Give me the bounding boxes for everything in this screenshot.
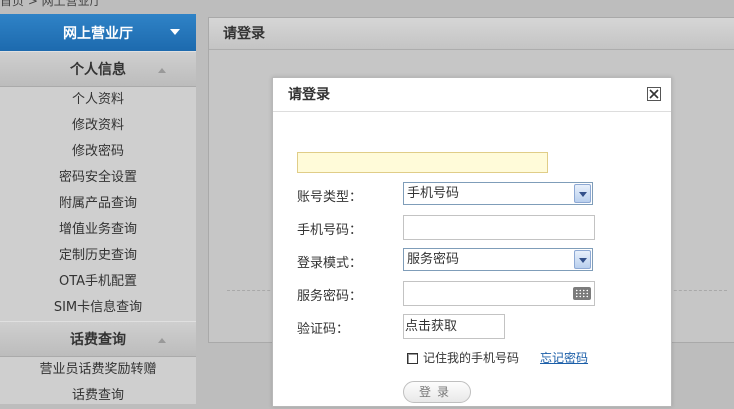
account-type-label: 账号类型： (297, 190, 363, 205)
phone-label: 手机号码： (297, 223, 363, 238)
password-input[interactable] (403, 281, 595, 306)
remember-label: 记住我的手机号码 (423, 351, 520, 365)
chevron-down-icon (574, 184, 591, 203)
sidebar-item-change-password[interactable]: 修改密码 (0, 139, 196, 165)
section-header-personal-info[interactable]: 个人信息 (0, 51, 196, 87)
sidebar-item-reward-transfer[interactable]: 营业员话费奖励转赠 (0, 357, 196, 383)
panel-title: 请登录 (209, 18, 734, 50)
login-button[interactable]: 登录 (403, 381, 471, 403)
account-type-value: 手机号码 (407, 186, 460, 201)
sidebar-top-label: 网上营业厅 (63, 25, 133, 42)
remember-checkbox[interactable] (407, 352, 418, 364)
dialog-header: 请登录 (273, 78, 671, 112)
get-captcha-button[interactable]: 点击获取 (403, 314, 505, 339)
sidebar-item-profile[interactable]: 个人资料 (0, 87, 196, 113)
chevron-down-icon (574, 250, 591, 269)
billing-menu: 营业员话费奖励转赠 话费查询 (0, 357, 196, 409)
sidebar-item-ota-config[interactable]: OTA手机配置 (0, 269, 196, 295)
section-title: 个人信息 (70, 62, 126, 78)
sidebar-item-sim-info[interactable]: SIM卡信息查询 (0, 295, 196, 321)
dialog-title: 请登录 (288, 87, 330, 103)
section-header-billing[interactable]: 话费查询 (0, 321, 196, 357)
sidebar-item-addon-products[interactable]: 附属产品查询 (0, 191, 196, 217)
login-mode-select[interactable]: 服务密码 (403, 248, 593, 271)
sidebar-item-bill-query[interactable]: 话费查询 (0, 383, 196, 409)
chevron-up-icon (158, 68, 166, 73)
login-dialog: 请登录 账号类型： 手机号码 手机号码： 登录模式： 服务密码 服务密码： 验证 (272, 77, 672, 407)
password-label: 服务密码： (297, 289, 363, 304)
login-mode-label: 登录模式： (297, 256, 363, 271)
close-icon[interactable] (647, 87, 661, 101)
phone-input[interactable] (403, 215, 595, 240)
chevron-down-icon (170, 29, 180, 35)
forgot-password-link[interactable]: 忘记密码 (540, 349, 588, 366)
sidebar-top-menu[interactable]: 网上营业厅 (0, 14, 196, 51)
sidebar-item-subscription-history[interactable]: 定制历史查询 (0, 243, 196, 269)
personal-info-menu: 个人资料 修改资料 修改密码 密码安全设置 附属产品查询 增值业务查询 定制历史… (0, 87, 196, 321)
login-mode-value: 服务密码 (407, 252, 460, 267)
remember-phone[interactable]: 记住我的手机号码 (407, 349, 519, 366)
keyboard-icon[interactable] (573, 287, 591, 300)
captcha-label: 验证码： (297, 322, 350, 337)
breadcrumb: 首页 > 网上营业厅 (0, 0, 102, 8)
sidebar-item-password-security[interactable]: 密码安全设置 (0, 165, 196, 191)
message-box (297, 152, 548, 173)
section-title: 话费查询 (70, 332, 126, 348)
chevron-up-icon (158, 338, 166, 343)
sidebar-item-vas-query[interactable]: 增值业务查询 (0, 217, 196, 243)
sidebar: 网上营业厅 个人信息 个人资料 修改资料 修改密码 密码安全设置 附属产品查询 … (0, 14, 196, 404)
sidebar-item-edit-profile[interactable]: 修改资料 (0, 113, 196, 139)
account-type-select[interactable]: 手机号码 (403, 182, 593, 205)
